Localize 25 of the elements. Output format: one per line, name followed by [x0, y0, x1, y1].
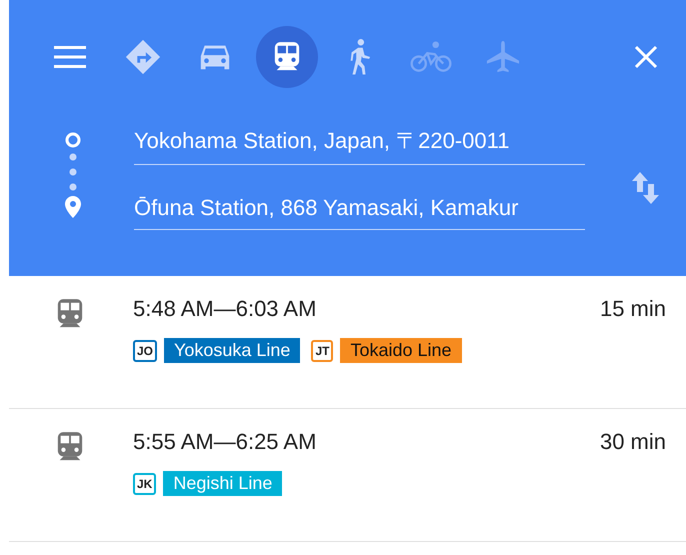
destination-pin-icon: [65, 196, 81, 218]
route-dots-icon: [69, 152, 77, 192]
origin-field[interactable]: Yokohama Station, Japan, 〒220-0011: [134, 126, 585, 165]
train-icon: [273, 41, 301, 73]
route-times: 5:48 AM—6:03 AM: [133, 296, 316, 322]
line-code-badge: JO: [133, 340, 158, 362]
line-name-badge: Negishi Line: [163, 471, 282, 496]
route-times: 5:55 AM—6:25 AM: [133, 429, 316, 455]
train-icon: [56, 298, 84, 330]
route-duration: 15 min: [600, 296, 666, 322]
close-icon[interactable]: [634, 45, 658, 69]
destination-field[interactable]: Ōfuna Station, 868 Yamasaki, Kamakur: [134, 195, 585, 230]
origin-circle-icon: [65, 132, 81, 148]
bicycle-icon: [410, 41, 452, 73]
airplane-icon: [486, 40, 520, 74]
train-icon: [56, 431, 84, 463]
line-name-badge: Yokosuka Line: [164, 338, 300, 363]
route-item[interactable]: 5:48 AM—6:03 AM 15 min JO Yokosuka Line JT Tokaido Line: [9, 276, 686, 409]
line-name-badge: Tokaido Line: [340, 338, 462, 363]
menu-icon[interactable]: [54, 45, 86, 69]
directions-icon: [124, 38, 162, 76]
route-item[interactable]: 5:55 AM—6:25 AM 30 min JK Negishi Line: [9, 409, 686, 542]
line-code-badge: JK: [133, 472, 156, 494]
route-duration: 30 min: [600, 429, 666, 455]
line-code-badge: JT: [311, 340, 334, 362]
